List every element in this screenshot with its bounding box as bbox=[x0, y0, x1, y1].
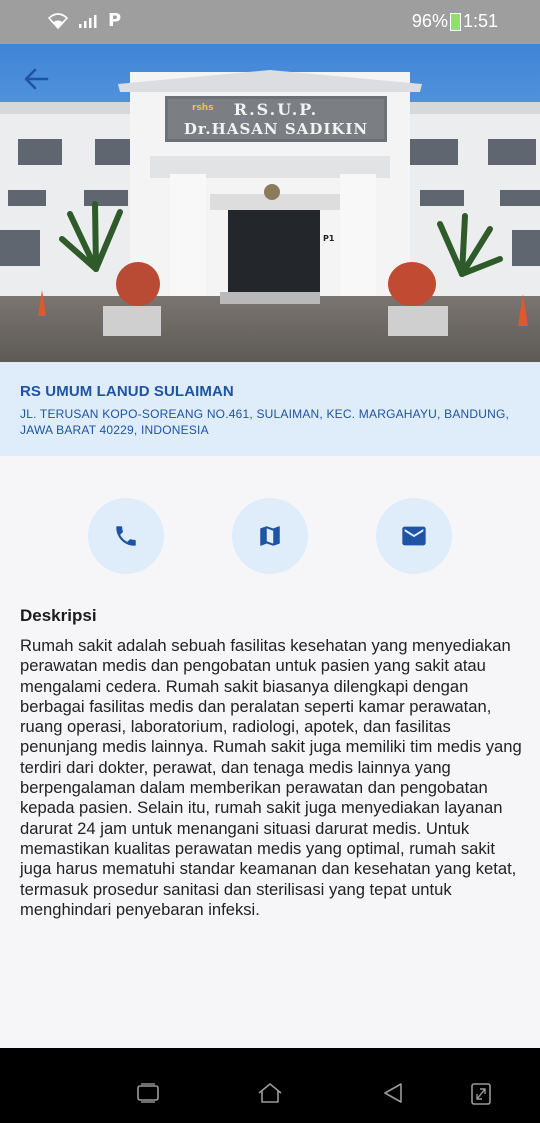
status-bar: P 96% 1:51 bbox=[0, 0, 540, 44]
status-icons-left: P bbox=[48, 10, 121, 31]
hospital-photo: rshs R.S.U.P. Dr.HASAN SADIKIN P1 bbox=[0, 44, 540, 362]
call-button[interactable] bbox=[88, 498, 164, 574]
mail-icon bbox=[402, 526, 426, 546]
phone-icon bbox=[116, 526, 136, 546]
arrow-left-icon bbox=[24, 68, 49, 90]
back-button[interactable] bbox=[16, 62, 56, 96]
hospital-address: JL. TERUSAN KOPO-SOREANG NO.461, SULAIMA… bbox=[20, 407, 510, 437]
sign-line2: Dr.HASAN SADIKIN bbox=[184, 120, 368, 138]
status-icons-right: 96% 1:51 bbox=[412, 11, 498, 32]
hospital-name: RS UMUM LANUD SULAIMAN bbox=[20, 383, 234, 400]
p-app-icon: P bbox=[108, 10, 122, 31]
back-nav-icon[interactable] bbox=[382, 1082, 404, 1104]
battery-charging-icon bbox=[449, 12, 461, 31]
screenshot-toggle-icon[interactable] bbox=[470, 1082, 492, 1106]
hospital-info-card: RS UMUM LANUD SULAIMAN JL. TERUSAN KOPO-… bbox=[0, 362, 540, 456]
sign-line1: R.S.U.P. bbox=[234, 100, 318, 119]
description-title: Deskripsi bbox=[20, 606, 97, 625]
pillar-label: P1 bbox=[323, 234, 335, 243]
wifi-icon bbox=[48, 12, 68, 29]
description-body: Rumah sakit adalah sebuah fasilitas kese… bbox=[20, 636, 522, 919]
home-icon[interactable] bbox=[257, 1082, 283, 1104]
status-time: 1:51 bbox=[462, 11, 498, 31]
map-icon bbox=[260, 526, 280, 546]
action-buttons bbox=[0, 498, 540, 574]
map-button[interactable] bbox=[232, 498, 308, 574]
sign-badge: rshs bbox=[192, 103, 214, 113]
signal-icon bbox=[79, 14, 97, 28]
recent-apps-icon[interactable] bbox=[136, 1082, 160, 1104]
email-button[interactable] bbox=[376, 498, 452, 574]
battery-percent: 96% bbox=[411, 11, 448, 31]
